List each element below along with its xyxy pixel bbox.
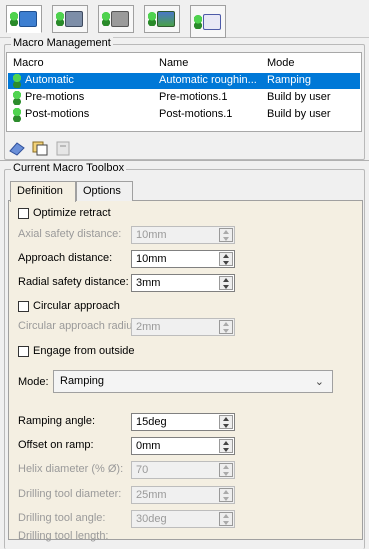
- offset-ramp-value: 0mm: [136, 440, 161, 452]
- spinner[interactable]: [219, 415, 233, 429]
- circular-radius-field[interactable]: 2mm: [131, 318, 235, 336]
- eraser-icon: [9, 142, 25, 156]
- mode-cell: Build by user: [267, 91, 331, 103]
- column-header-name: Name: [159, 57, 189, 69]
- engage-outside-checkbox[interactable]: [18, 346, 29, 357]
- circular-radius-label: Circular approach radius:: [18, 320, 141, 332]
- circular-approach-checkbox[interactable]: [18, 301, 29, 312]
- approach-distance-value: 10mm: [136, 253, 167, 265]
- drill-angle-label: Drilling tool angle:: [18, 512, 106, 524]
- macro-status-icon: [13, 108, 21, 122]
- offset-ramp-field[interactable]: 0mm: [131, 437, 235, 455]
- mode-cell: Ramping: [267, 74, 312, 86]
- column-header-macro: Macro: [13, 57, 44, 69]
- helix-diameter-field[interactable]: 70: [131, 461, 235, 479]
- drill-angle-field[interactable]: 30deg: [131, 510, 235, 528]
- tab-macros[interactable]: [190, 5, 226, 38]
- circular-radius-value: 2mm: [136, 321, 161, 333]
- ramping-angle-field[interactable]: 15deg: [131, 413, 235, 431]
- name-cell: Automatic roughin...: [159, 74, 257, 86]
- section-divider: [0, 160, 369, 161]
- paste-icon: [56, 141, 70, 156]
- macro-cell: Post-motions: [25, 108, 90, 120]
- tab-definition[interactable]: Definition: [10, 181, 76, 202]
- drill-diameter-value: 25mm: [136, 489, 167, 501]
- mode-value: Ramping: [60, 375, 105, 387]
- macro-row-automatic[interactable]: Automatic Automatic roughin... Ramping: [8, 73, 360, 89]
- radial-safety-value: 3mm: [136, 277, 161, 289]
- macro-cell: Automatic: [25, 74, 74, 86]
- macro-list[interactable]: Macro Name Mode Automatic Automatic roug…: [6, 52, 362, 132]
- helix-diameter-value: 70: [136, 464, 149, 476]
- axial-safety-field[interactable]: 10mm: [131, 226, 235, 244]
- eraser-button[interactable]: [6, 137, 28, 159]
- spinner[interactable]: [219, 320, 233, 334]
- spinner[interactable]: [219, 439, 233, 453]
- axial-safety-value: 10mm: [136, 229, 167, 241]
- macros-icon: [194, 12, 222, 32]
- macro-cell: Pre-motions: [25, 91, 85, 103]
- drill-angle-value: 30deg: [136, 513, 167, 525]
- mode-select[interactable]: Ramping ⌄: [53, 370, 333, 393]
- tab-options[interactable]: Options: [76, 181, 133, 201]
- ramping-angle-label: Ramping angle:: [18, 415, 96, 427]
- tool-icon: [102, 9, 130, 29]
- spinner[interactable]: [219, 488, 233, 502]
- mode-label: Mode:: [18, 376, 49, 388]
- tab-strategy[interactable]: [52, 5, 88, 33]
- engage-outside-label: Engage from outside: [33, 345, 135, 357]
- chevron-down-icon: ⌄: [314, 376, 324, 388]
- drill-length-label: Drilling tool length:: [18, 530, 109, 542]
- radial-safety-field[interactable]: 3mm: [131, 274, 235, 292]
- feeds-speeds-icon: [148, 9, 176, 29]
- tab-feeds-speeds[interactable]: [144, 5, 180, 33]
- column-header-mode: Mode: [267, 57, 295, 69]
- spinner[interactable]: [219, 228, 233, 242]
- radial-safety-label: Radial safety distance:: [18, 276, 129, 288]
- spinner[interactable]: [219, 512, 233, 526]
- macro-status-icon: [13, 91, 21, 105]
- mode-cell: Build by user: [267, 108, 331, 120]
- tab-geometry[interactable]: [6, 5, 42, 33]
- approach-distance-label: Approach distance:: [18, 252, 113, 264]
- copy-macro-button[interactable]: [29, 137, 51, 159]
- macro-row-pre-motions[interactable]: Pre-motions Pre-motions.1 Build by user: [8, 90, 360, 106]
- macro-management-title: Macro Management: [11, 37, 113, 49]
- name-cell: Post-motions.1: [159, 108, 233, 120]
- offset-ramp-label: Offset on ramp:: [18, 439, 94, 451]
- circular-approach-label: Circular approach: [33, 300, 120, 312]
- toolbox-title: Current Macro Toolbox: [11, 162, 127, 174]
- helix-diameter-label: Helix diameter (% Ø):: [18, 463, 124, 475]
- spinner[interactable]: [219, 463, 233, 477]
- strategy-icon: [56, 9, 84, 29]
- paste-macro-button[interactable]: [52, 137, 74, 159]
- macro-row-post-motions[interactable]: Post-motions Post-motions.1 Build by use…: [8, 107, 360, 123]
- approach-distance-field[interactable]: 10mm: [131, 250, 235, 268]
- drill-diameter-label: Drilling tool diameter:: [18, 488, 122, 500]
- copy-icon: [32, 141, 48, 156]
- drill-diameter-field[interactable]: 25mm: [131, 486, 235, 504]
- spinner[interactable]: [219, 276, 233, 290]
- strategy-tab-bar: [0, 0, 369, 38]
- name-cell: Pre-motions.1: [159, 91, 228, 103]
- ramping-angle-value: 15deg: [136, 416, 167, 428]
- geometry-icon: [10, 9, 38, 29]
- spinner[interactable]: [219, 252, 233, 266]
- tab-tool[interactable]: [98, 5, 134, 33]
- optimize-retract-checkbox[interactable]: [18, 208, 29, 219]
- optimize-retract-label: Optimize retract: [33, 207, 111, 219]
- macro-status-icon: [13, 74, 21, 88]
- axial-safety-label: Axial safety distance:: [18, 228, 122, 240]
